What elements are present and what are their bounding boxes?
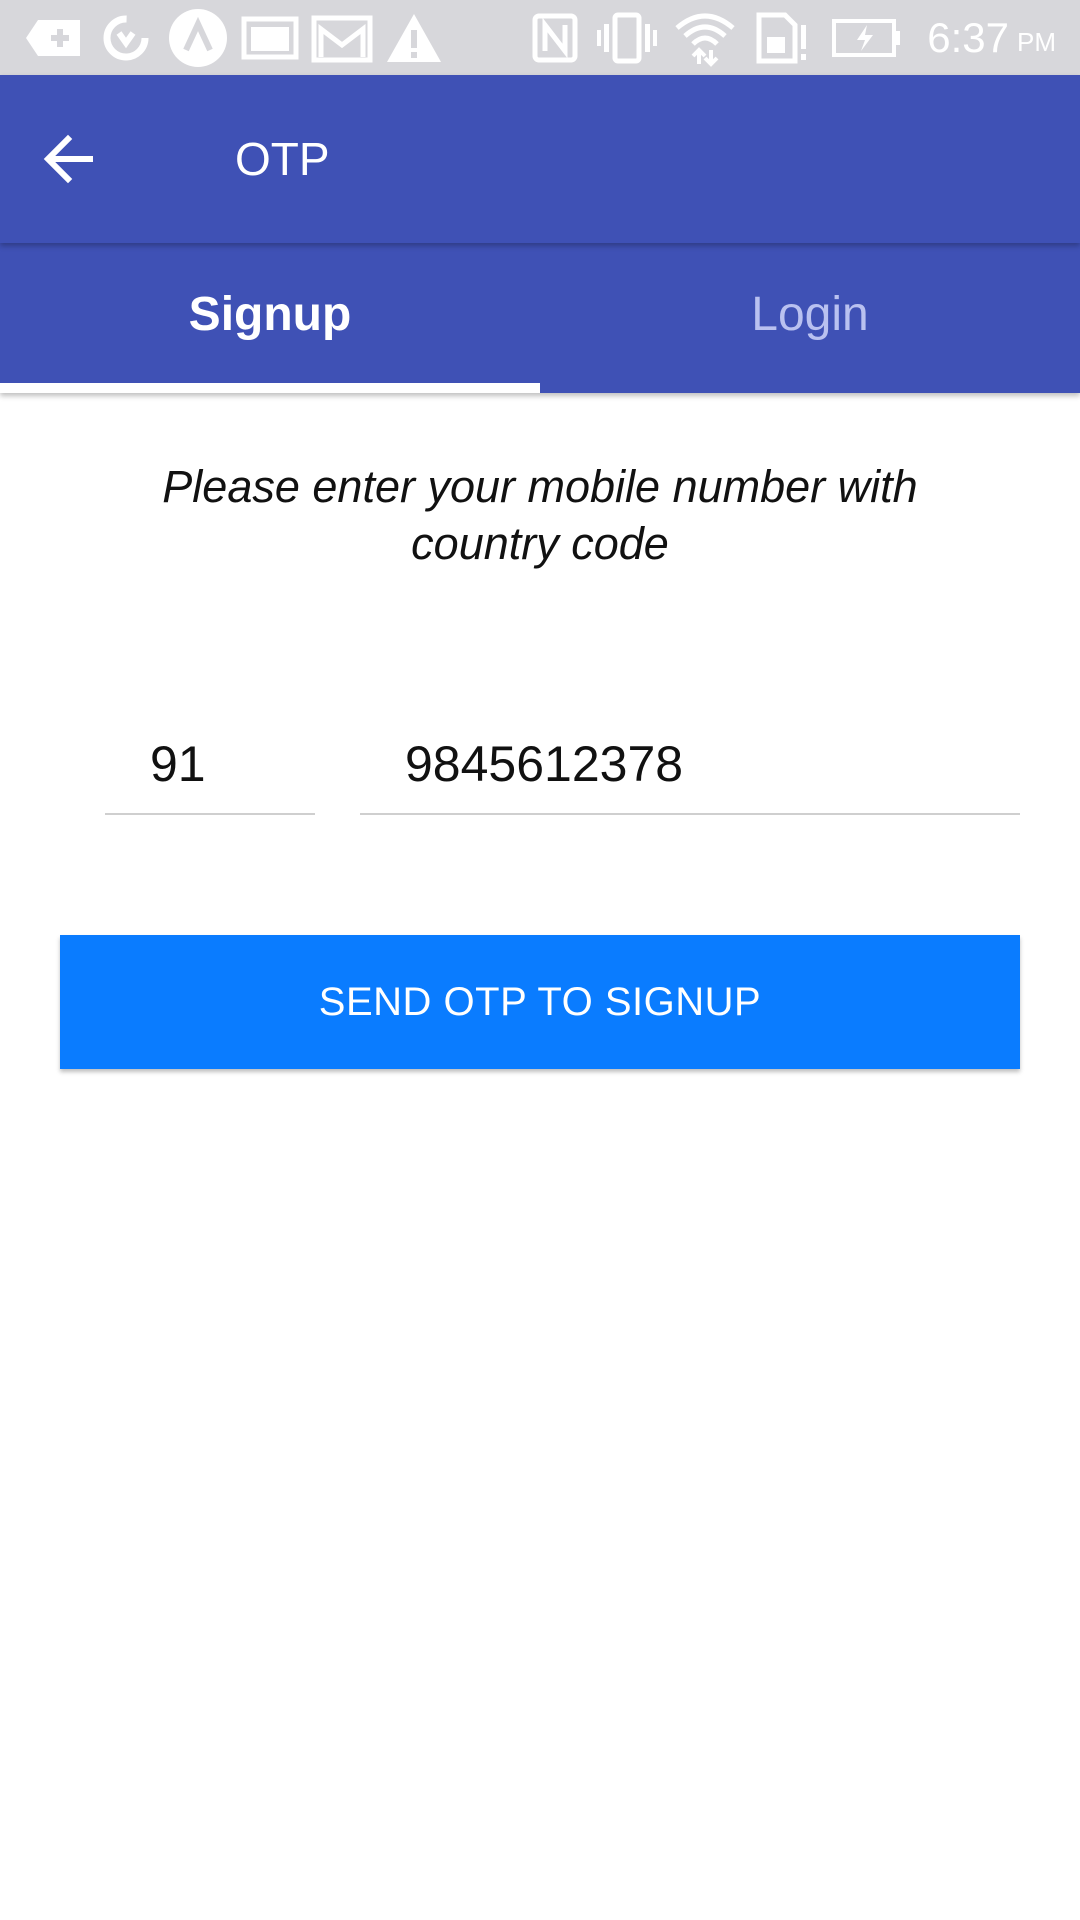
warning-icon bbox=[384, 12, 444, 64]
tab-signup-label: Signup bbox=[188, 287, 352, 341]
page-title: OTP bbox=[235, 133, 330, 185]
back-button[interactable] bbox=[28, 119, 108, 199]
mail-icon bbox=[310, 12, 374, 64]
vibrate-icon bbox=[596, 12, 658, 64]
tab-signup[interactable]: Signup bbox=[0, 243, 540, 393]
send-otp-button[interactable]: SEND OTP TO SIGNUP bbox=[60, 935, 1020, 1069]
wifi-icon bbox=[672, 12, 738, 67]
nav-app-icon bbox=[167, 9, 229, 67]
status-bar: 6:37 PM bbox=[0, 0, 1080, 75]
phone-number-field[interactable]: 9845612378 bbox=[360, 715, 1020, 815]
phone-number-value: 9845612378 bbox=[405, 736, 684, 792]
status-time-value: 6:37 bbox=[927, 14, 1009, 61]
status-time: 6:37 PM bbox=[927, 10, 1056, 66]
add-icon bbox=[24, 12, 84, 64]
tab-bar: Signup Login bbox=[0, 243, 1080, 393]
instruction-text: Please enter your mobile number with cou… bbox=[162, 461, 918, 569]
sim-alert-icon bbox=[754, 12, 810, 64]
nfc-icon bbox=[530, 12, 580, 64]
tab-login-label: Login bbox=[751, 287, 869, 341]
status-time-ampm: PM bbox=[1017, 26, 1056, 57]
country-code-value: 91 bbox=[150, 736, 206, 792]
battery-charging-icon bbox=[830, 12, 904, 64]
app-bar: OTP bbox=[0, 75, 1080, 243]
image-icon bbox=[240, 12, 300, 64]
active-tab-indicator bbox=[0, 383, 540, 393]
arrow-back-icon bbox=[43, 134, 93, 184]
tab-login[interactable]: Login bbox=[540, 243, 1080, 393]
send-otp-label: SEND OTP TO SIGNUP bbox=[318, 979, 762, 1024]
country-code-field[interactable]: 91 bbox=[105, 715, 315, 815]
sync-icon bbox=[98, 12, 154, 64]
